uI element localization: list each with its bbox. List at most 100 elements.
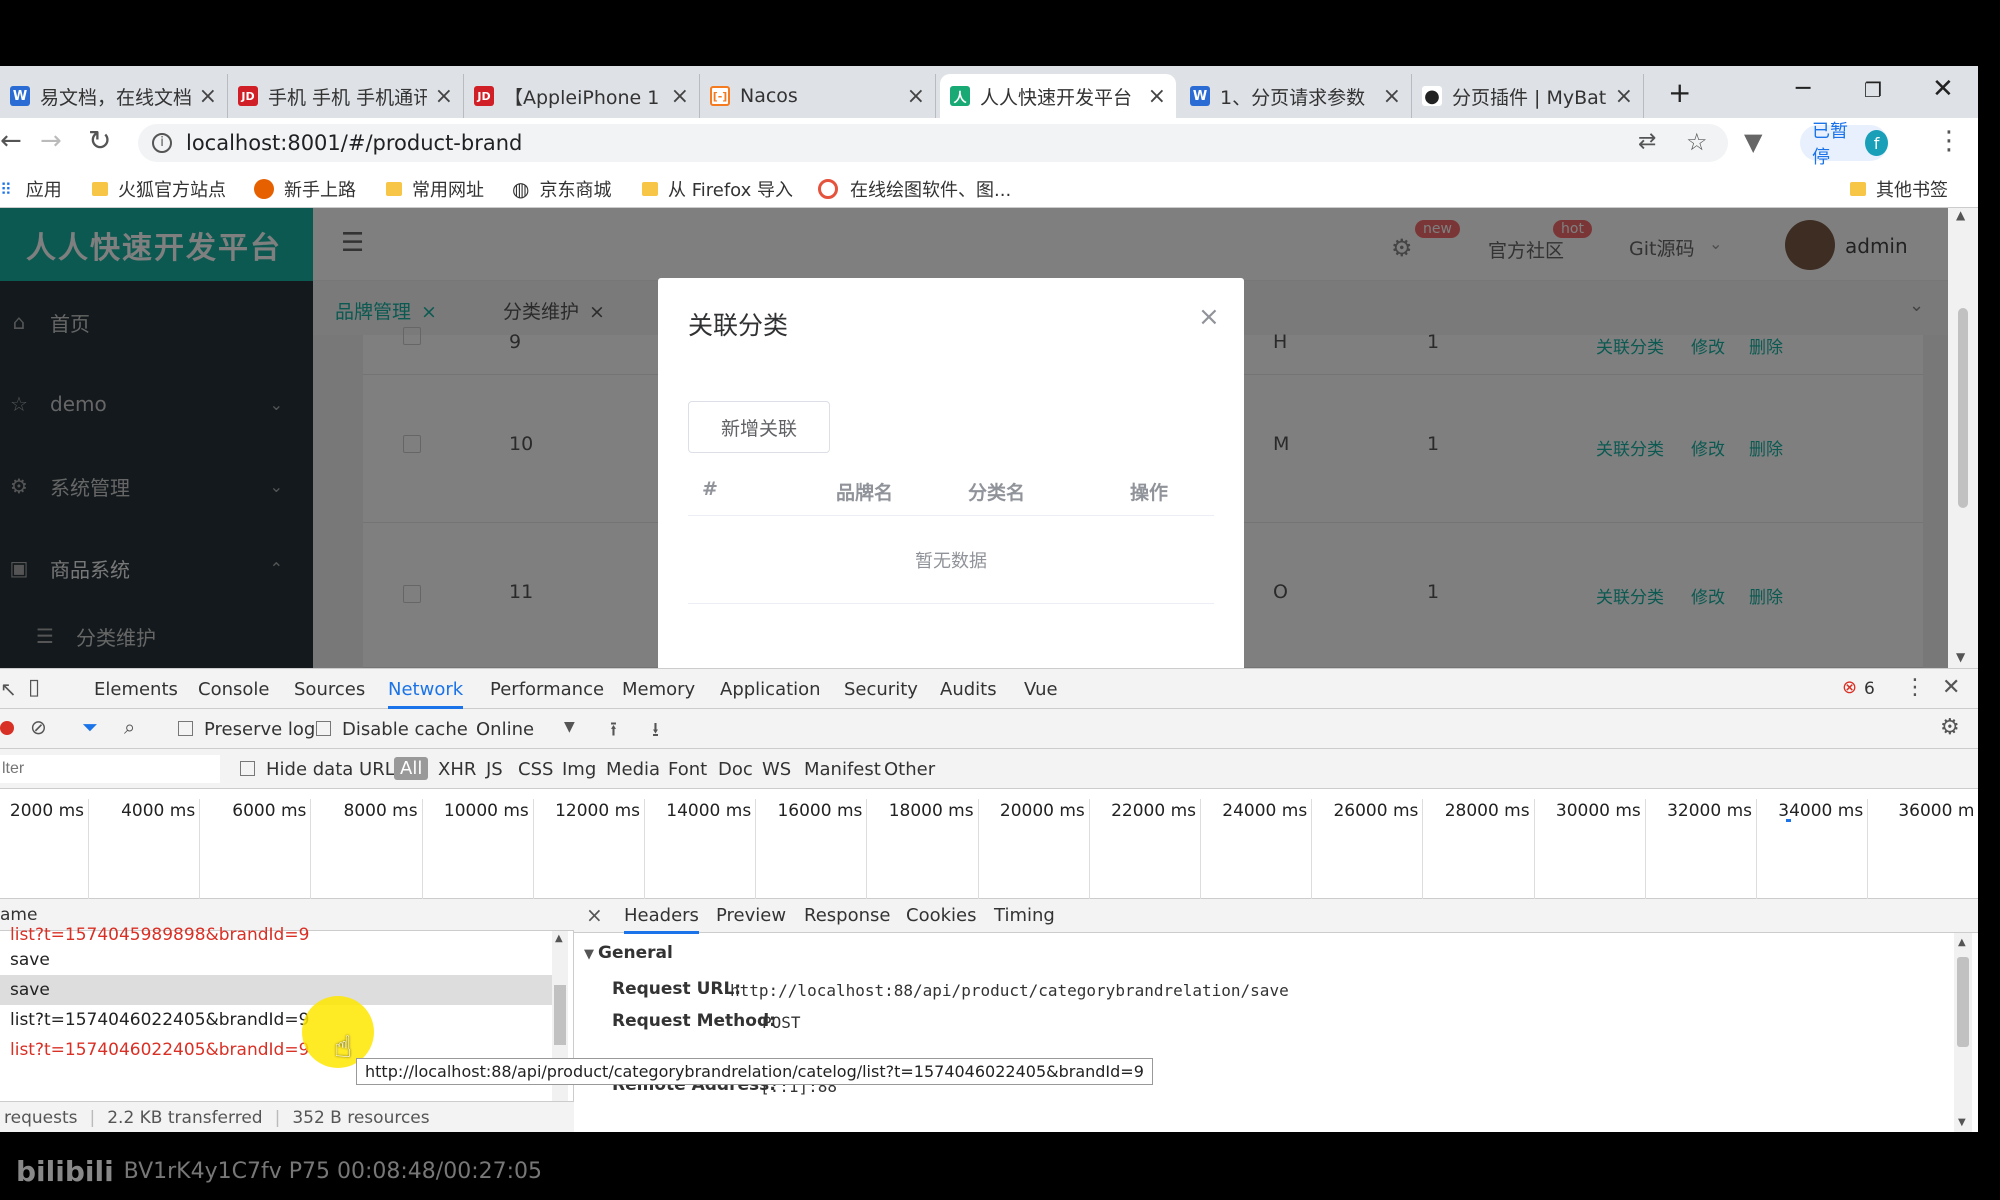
inspect-icon[interactable]: ↖	[0, 677, 17, 701]
forward-icon[interactable]: →	[40, 126, 62, 156]
star-icon[interactable]: ☆	[1686, 128, 1708, 156]
scroll-down-icon[interactable]: ▼	[1958, 1117, 1966, 1128]
info-icon[interactable]: i	[152, 133, 172, 153]
detail-tab-cookies[interactable]: Cookies	[906, 905, 976, 926]
dropdown-arrow-icon[interactable]: ▼	[564, 719, 575, 735]
type-filter-css[interactable]: CSS	[518, 759, 553, 780]
minimize-icon[interactable]: ─	[1796, 74, 1810, 102]
browser-tab-active[interactable]: 人 人人快速开发平台 ×	[940, 74, 1176, 118]
disable-cache-checkbox[interactable]	[316, 721, 331, 736]
type-filter-ws[interactable]: WS	[762, 759, 791, 780]
profile-button[interactable]: 已暂停 f	[1800, 121, 1888, 168]
restore-icon[interactable]: ❐	[1864, 78, 1882, 102]
preserve-log-checkbox[interactable]	[178, 721, 193, 736]
scroll-up-icon[interactable]: ▲	[555, 933, 563, 944]
devtools-tab-sources[interactable]: Sources	[294, 679, 365, 700]
general-section-title[interactable]: General	[598, 943, 673, 963]
devtools-tab-security[interactable]: Security	[844, 679, 918, 700]
devtools-tab-network[interactable]: Network	[388, 679, 464, 709]
window-close-icon[interactable]: ✕	[1932, 74, 1954, 104]
type-filter-js[interactable]: JS	[486, 759, 503, 780]
close-icon[interactable]: ×	[586, 903, 603, 927]
reload-icon[interactable]: ↻	[88, 124, 111, 157]
detail-scrollbar[interactable]: ▲ ▼	[1954, 933, 1972, 1132]
close-icon[interactable]: ×	[199, 84, 217, 109]
detail-tab-preview[interactable]: Preview	[716, 905, 786, 926]
device-toggle-icon[interactable]: ▯	[28, 675, 40, 700]
devtools-tab-elements[interactable]: Elements	[94, 679, 178, 700]
close-icon[interactable]: ×	[671, 84, 689, 109]
browser-tab[interactable]: JD 手机 手机 手机通讯 ×	[228, 74, 464, 118]
scroll-up-icon[interactable]: ▲	[1956, 208, 1965, 222]
filter-icon[interactable]: ⏷	[82, 715, 98, 739]
scroll-down-icon[interactable]: ▼	[1956, 650, 1965, 664]
search-icon[interactable]: ⌕	[124, 715, 135, 739]
extension-icon[interactable]: ▼	[1744, 128, 1762, 156]
request-row[interactable]: save	[0, 945, 560, 975]
request-row-selected[interactable]: save	[0, 975, 560, 1005]
expand-triangle-icon[interactable]: ▼	[584, 947, 594, 962]
add-relation-button[interactable]: 新增关联	[688, 401, 830, 453]
scrollbar-thumb[interactable]	[554, 985, 566, 1045]
type-filter-img[interactable]: Img	[562, 759, 596, 780]
menu-dots-icon[interactable]: ⋮	[1904, 675, 1926, 700]
bookmark-item[interactable]: 新手上路	[254, 176, 356, 202]
request-row[interactable]: list?t=1574046022405&brandId=9	[0, 1005, 560, 1035]
export-icon[interactable]: ⭳	[652, 715, 659, 749]
page-scrollbar[interactable]: ▲ ▼	[1948, 208, 1978, 668]
clear-icon[interactable]: ⊘	[30, 715, 47, 739]
other-bookmarks[interactable]: 其他书签	[1850, 176, 1948, 202]
devtools-tab-memory[interactable]: Memory	[622, 679, 695, 700]
request-method-value[interactable]: POST	[762, 1013, 801, 1032]
type-filter-doc[interactable]: Doc	[718, 759, 753, 780]
error-icon[interactable]: ⊗	[1842, 677, 1857, 698]
back-icon[interactable]: ←	[0, 126, 22, 156]
devtools-tab-audits[interactable]: Audits	[940, 679, 997, 700]
hide-data-urls-checkbox[interactable]	[240, 761, 255, 776]
type-filter-manifest[interactable]: Manifest	[804, 759, 881, 780]
url-text[interactable]: localhost:8001/#/product-brand	[186, 131, 522, 155]
bookmark-apps[interactable]: ⠿ 应用	[0, 176, 62, 202]
request-url-value[interactable]: http://localhost:88/api/product/category…	[730, 981, 1289, 1000]
type-filter-other[interactable]: Other	[884, 759, 935, 780]
devtools-tab-performance[interactable]: Performance	[490, 679, 604, 700]
detail-tab-response[interactable]: Response	[804, 905, 890, 926]
settings-icon[interactable]: ⚙	[1940, 715, 1960, 740]
devtools-tab-vue[interactable]: Vue	[1024, 679, 1058, 700]
close-icon[interactable]: ✕	[1942, 675, 1960, 700]
record-icon[interactable]	[0, 721, 14, 735]
browser-tab[interactable]: ● 分页插件 | MyBat ×	[1412, 74, 1644, 118]
bookmark-item[interactable]: ◍ 京东商城	[512, 176, 611, 202]
close-icon[interactable]: ×	[435, 84, 453, 109]
scrollbar-thumb[interactable]	[1957, 957, 1969, 1047]
import-icon[interactable]: ⭱	[610, 715, 617, 749]
filter-input[interactable]	[0, 755, 220, 783]
type-filter-font[interactable]: Font	[668, 759, 707, 780]
translate-icon[interactable]: ⇄	[1638, 129, 1656, 154]
scrollbar-thumb[interactable]	[1958, 308, 1968, 508]
scroll-up-icon[interactable]: ▲	[1958, 937, 1966, 948]
error-count[interactable]: 6	[1864, 679, 1875, 699]
browser-tab[interactable]: W 1、分页请求参数 ×	[1180, 74, 1412, 118]
throttle-select[interactable]: Online	[476, 719, 534, 740]
network-timeline-overview[interactable]: 2000 ms 4000 ms 6000 ms 8000 ms 10000 ms 1200…	[0, 789, 1978, 899]
type-filter-xhr[interactable]: XHR	[438, 759, 476, 780]
devtools-tab-console[interactable]: Console	[198, 679, 269, 700]
close-icon[interactable]: ×	[1383, 84, 1401, 109]
devtools-tab-application[interactable]: Application	[720, 679, 821, 700]
browser-tab[interactable]: [-] Nacos ×	[700, 74, 936, 118]
request-row[interactable]: list?t=1574045989898&brandId=9	[0, 925, 560, 945]
detail-tab-headers[interactable]: Headers	[624, 905, 699, 934]
new-tab-button[interactable]: +	[1668, 76, 1691, 109]
close-icon[interactable]: ×	[1615, 84, 1633, 109]
type-filter-media[interactable]: Media	[606, 759, 660, 780]
browser-tab[interactable]: JD 【AppleiPhone 1 ×	[464, 74, 700, 118]
close-icon[interactable]: ×	[1198, 302, 1220, 332]
bookmark-item[interactable]: 在线绘图软件、图...	[818, 176, 1011, 202]
address-bar[interactable]: i localhost:8001/#/product-brand ⇄ ☆	[138, 124, 1728, 162]
type-filter-all[interactable]: All	[394, 757, 429, 780]
bookmark-item[interactable]: 从 Firefox 导入	[642, 176, 793, 202]
bookmark-item[interactable]: 火狐官方站点	[92, 176, 226, 202]
close-icon[interactable]: ×	[907, 84, 925, 109]
browser-tab[interactable]: W 易文档，在线文档 ×	[0, 74, 228, 118]
